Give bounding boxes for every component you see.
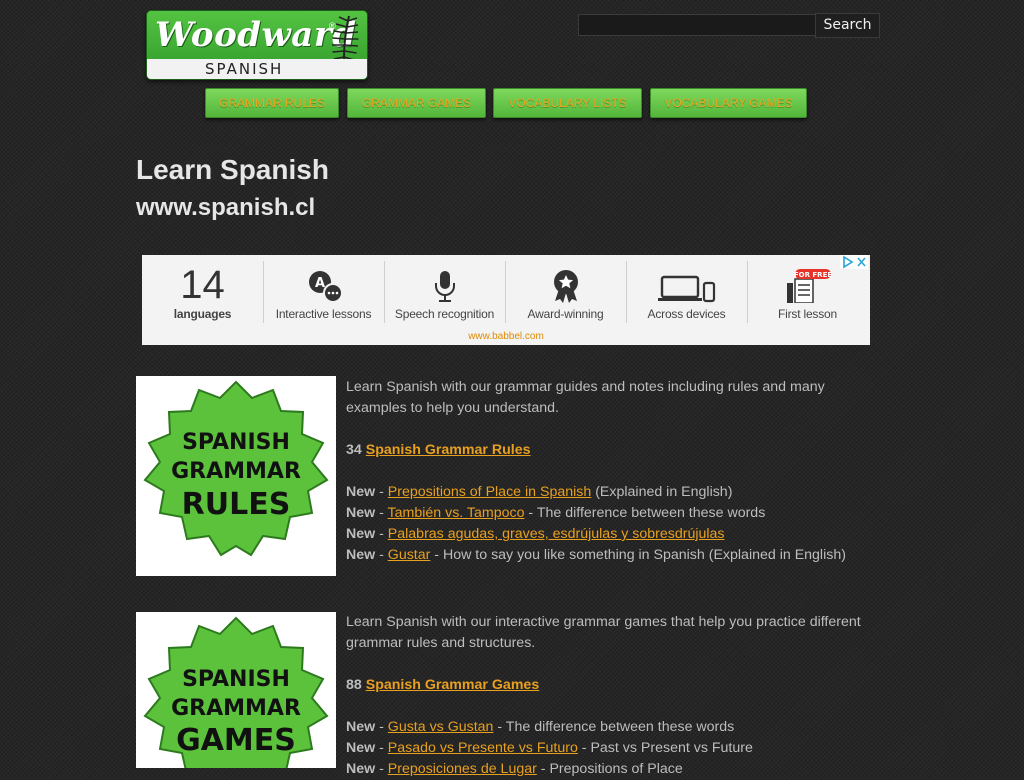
section-count-line: 88 Spanish Grammar Games <box>346 675 876 696</box>
grammar-games-section: Learn Spanish with our interactive gramm… <box>346 612 876 780</box>
item-desc: - Past vs Present vs Future <box>577 740 753 756</box>
item-link[interactable]: Gusta vs Gustan <box>388 719 494 735</box>
list-item: New - Gustar - How to say you like somet… <box>346 547 846 563</box>
list-item: New - Pasado vs Presente vs Futuro - Pas… <box>346 740 753 756</box>
search-input[interactable] <box>578 14 818 36</box>
ad-language-count: 14 <box>180 263 225 307</box>
badge-line-2: GRAMMAR <box>171 459 301 484</box>
ad-item-label: Speech recognition <box>394 307 495 321</box>
page-title: Learn Spanish <box>136 154 329 185</box>
list-item: New - Prepositions of Place in Spanish (… <box>346 484 733 500</box>
list-item: New - Palabras agudas, graves, esdrújula… <box>346 526 725 542</box>
item-link[interactable]: Gustar <box>388 547 431 563</box>
item-link[interactable]: Palabras agudas, graves, esdrújulas y so… <box>388 526 725 542</box>
chat-bubbles-icon: A <box>309 271 343 303</box>
ad-item-first-lesson: FOR FREE First lesson <box>747 261 868 329</box>
logo-subtitle: SPANISH <box>205 60 284 78</box>
new-label: New <box>346 761 376 777</box>
new-label: New <box>346 740 376 756</box>
new-label: New <box>346 719 376 735</box>
ad-url[interactable]: www.babbel.com <box>142 331 870 342</box>
item-link[interactable]: Preposiciones de Lugar <box>388 761 537 777</box>
new-label: New <box>346 547 376 563</box>
item-desc: - Prepositions of Place <box>536 761 683 777</box>
babbel-ad-banner[interactable]: 14 languages A Interactive lessons Speec… <box>142 255 870 345</box>
ad-item-interactive: A Interactive lessons <box>263 261 384 329</box>
badge-line-2: GRAMMAR <box>171 696 301 721</box>
list-item: New - También vs. Tampoco - The differen… <box>346 505 766 521</box>
games-count: 88 <box>346 677 362 693</box>
grammar-rules-badge-image[interactable]: SPANISH GRAMMAR RULES <box>136 376 336 576</box>
nav-grammar-games[interactable]: Grammar Games <box>347 88 486 118</box>
award-star-icon <box>554 270 578 303</box>
ad-item-award: Award-winning <box>505 261 626 329</box>
badge-line-3: RULES <box>181 487 291 522</box>
list-item: New - Gusta vs Gustan - The difference b… <box>346 719 735 735</box>
badge-line-3: GAMES <box>176 723 296 758</box>
grammar-rules-section: Learn Spanish with our grammar guides an… <box>346 377 876 566</box>
ad-item-label: Across devices <box>647 307 726 321</box>
item-desc: (Explained in English) <box>591 484 733 500</box>
item-link[interactable]: Pasado vs Presente vs Futuro <box>388 740 578 756</box>
free-tag: FOR FREE <box>794 271 833 279</box>
microphone-icon <box>435 271 455 302</box>
new-label: New <box>346 526 376 542</box>
ad-choices-icon[interactable] <box>840 255 868 269</box>
ad-item-languages: 14 languages <box>142 261 263 329</box>
nav-vocabulary-lists[interactable]: Vocabulary Lists <box>493 88 642 118</box>
rules-count: 34 <box>346 442 362 458</box>
ad-item-label: First lesson <box>778 307 837 321</box>
nav-vocabulary-games[interactable]: Vocabulary Games <box>650 88 807 118</box>
item-desc: - The difference between these words <box>493 719 735 735</box>
grammar-games-link[interactable]: Spanish Grammar Games <box>366 677 539 693</box>
item-desc: - The difference between these words <box>524 505 766 521</box>
badge-line-1: SPANISH <box>182 430 290 455</box>
nav-grammar-rules[interactable]: Grammar Rules <box>205 88 339 118</box>
section-intro: Learn Spanish with our interactive gramm… <box>346 614 861 651</box>
ad-item-devices: Across devices <box>626 261 747 329</box>
svg-text:A: A <box>315 276 325 291</box>
ad-item-label: Award-winning <box>527 307 604 321</box>
site-logo[interactable]: Woodward ® SPANISH <box>146 10 368 80</box>
section-intro: Learn Spanish with our grammar guides an… <box>346 379 825 416</box>
ad-item-label: Interactive lessons <box>275 307 372 321</box>
new-label: New <box>346 484 376 500</box>
item-link[interactable]: Prepositions of Place in Spanish <box>388 484 591 500</box>
item-desc: - How to say you like something in Spani… <box>430 547 846 563</box>
ad-item-label: languages <box>173 307 232 321</box>
lesson-free-icon: FOR FREE <box>787 269 833 303</box>
grammar-rules-link[interactable]: Spanish Grammar Rules <box>366 442 531 458</box>
page-subtitle-url: www.spanish.cl <box>136 194 316 221</box>
new-label: New <box>346 505 376 521</box>
list-item: New - Preposiciones de Lugar - Prepositi… <box>346 761 683 777</box>
badge-line-1: SPANISH <box>182 667 290 692</box>
devices-icon <box>658 275 716 303</box>
section-count-line: 34 Spanish Grammar Rules <box>346 440 876 461</box>
grammar-games-badge-image[interactable]: SPANISH GRAMMAR GAMES <box>136 612 336 768</box>
ad-item-speech: Speech recognition <box>384 261 505 329</box>
search-button[interactable]: Search <box>815 13 880 38</box>
item-link[interactable]: También vs. Tampoco <box>388 505 525 521</box>
